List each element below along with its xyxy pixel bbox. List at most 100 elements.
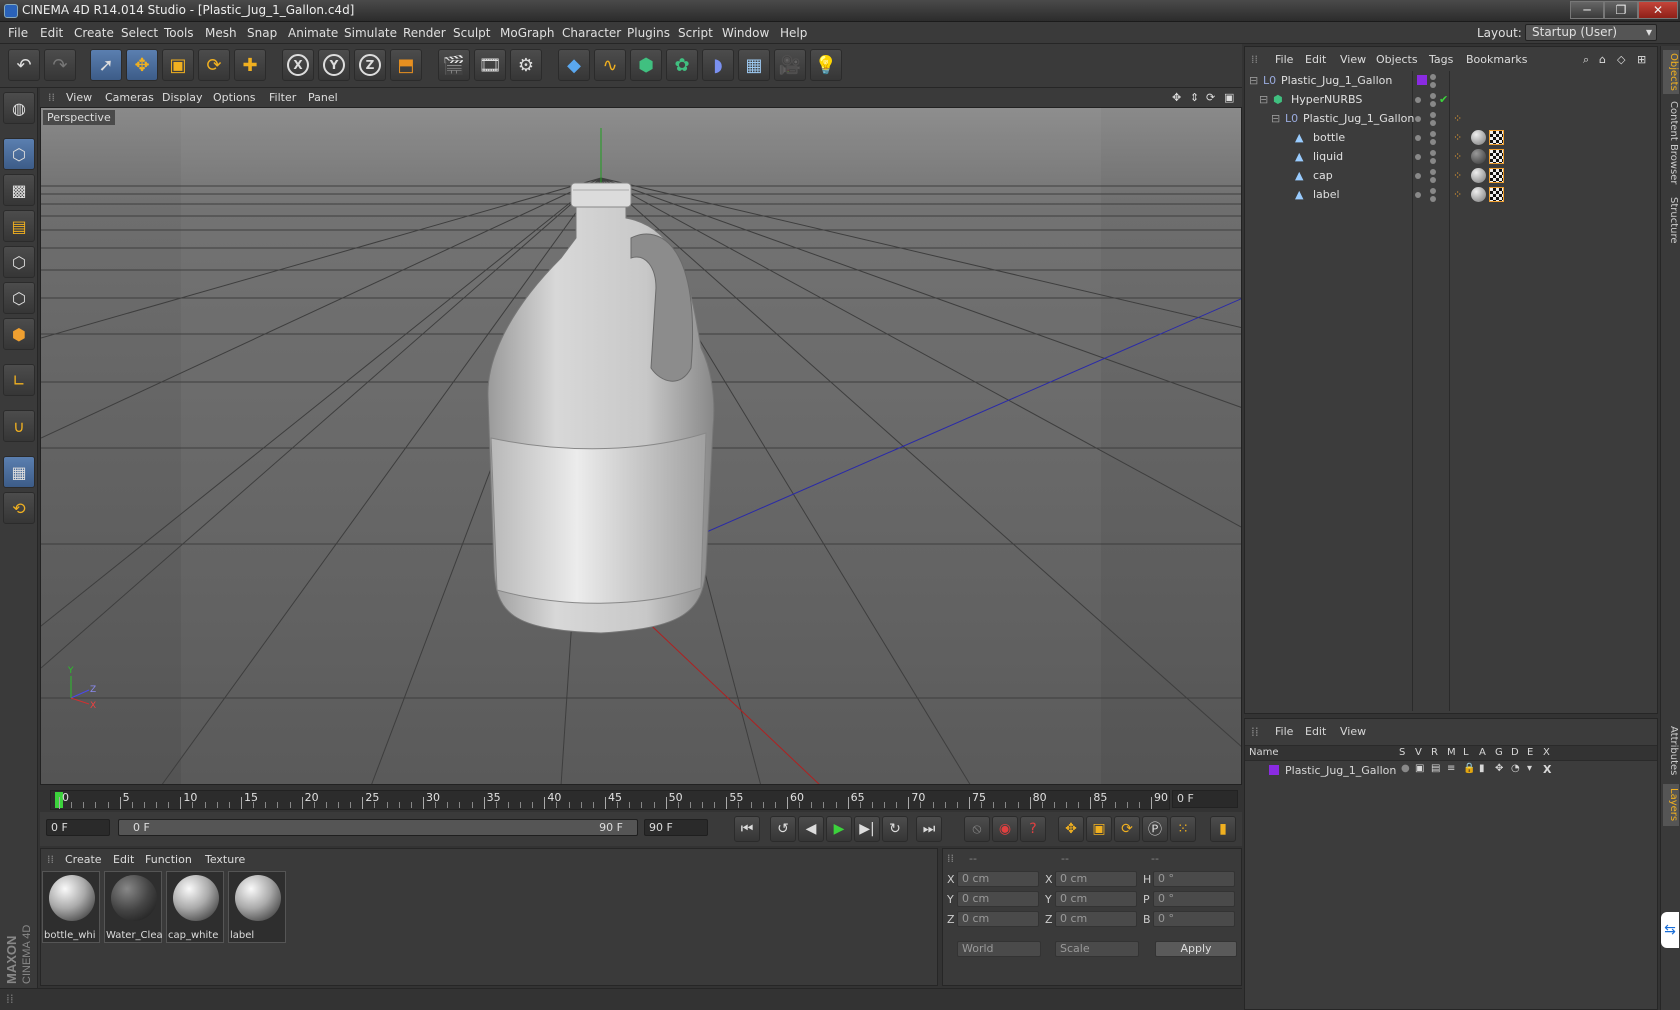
- menu-sculpt[interactable]: Sculpt: [453, 26, 490, 40]
- vp-menu-filter[interactable]: Filter: [269, 91, 296, 104]
- render-visibility-dot[interactable]: [1430, 82, 1436, 88]
- layer-col-animation[interactable]: A: [1479, 747, 1486, 758]
- obj-menu-objects[interactable]: Objects: [1376, 53, 1418, 66]
- coord-field[interactable]: 0 cm: [957, 891, 1039, 907]
- render-view-icon[interactable]: 🎬: [438, 49, 470, 81]
- phong-tag-icon[interactable]: ⁘: [1453, 150, 1462, 163]
- layer-row[interactable]: Plastic_Jug_1_Gallon ● ▣ ▤ ≡ 🔒 ▮ ✥ ◔ ▾ X: [1245, 762, 1657, 779]
- enable-dot[interactable]: [1415, 192, 1421, 198]
- points-mode-icon[interactable]: ⬡: [3, 246, 35, 278]
- axis-mode-icon[interactable]: ∟: [3, 364, 35, 396]
- layer-col-generators[interactable]: G: [1495, 747, 1503, 758]
- layer-color-swatch[interactable]: [1269, 765, 1279, 775]
- render-visibility-dot[interactable]: [1430, 177, 1436, 183]
- current-frame-field[interactable]: 0 F: [1172, 790, 1238, 808]
- previous-key-icon[interactable]: ↺: [770, 816, 796, 842]
- close-button[interactable]: ✕: [1638, 1, 1678, 19]
- editor-visibility-dot[interactable]: [1430, 93, 1436, 99]
- phong-tag-icon[interactable]: ⁘: [1453, 131, 1462, 144]
- tab-structure[interactable]: Structure: [1663, 192, 1679, 248]
- tab-objects[interactable]: Objects: [1663, 50, 1679, 94]
- make-editable-icon[interactable]: ◍: [3, 92, 35, 124]
- animation-icon[interactable]: ▮: [1479, 763, 1485, 774]
- material-label[interactable]: label: [228, 871, 286, 943]
- render-visibility-dot[interactable]: [1430, 101, 1436, 107]
- undo-icon[interactable]: ↶: [8, 49, 40, 81]
- layer-col-expressions[interactable]: E: [1527, 747, 1533, 758]
- solo-icon[interactable]: ●: [1401, 763, 1410, 774]
- render-picture-viewer-icon[interactable]: 🎞: [474, 49, 506, 81]
- material-tag-icon[interactable]: [1471, 149, 1486, 164]
- layer-col-render[interactable]: R: [1431, 747, 1438, 758]
- menu-help[interactable]: Help: [780, 26, 807, 40]
- material-bottle[interactable]: bottle_whi: [42, 871, 100, 943]
- object-row[interactable]: ▲ label ⁘: [1245, 185, 1657, 204]
- redo-icon[interactable]: ↷: [44, 49, 76, 81]
- vp-move-icon[interactable]: ✥: [1172, 91, 1181, 104]
- phong-tag-icon[interactable]: ⁘: [1453, 169, 1462, 182]
- array-icon[interactable]: ✿: [666, 49, 698, 81]
- coord-field[interactable]: 0 cm: [957, 871, 1039, 887]
- record-keys-icon[interactable]: ⦸: [964, 816, 990, 842]
- texture-tag-icon[interactable]: [1489, 149, 1504, 164]
- layer-col-name[interactable]: Name: [1249, 747, 1279, 758]
- enable-dot[interactable]: [1415, 97, 1421, 103]
- eye-icon[interactable]: ◇: [1617, 53, 1625, 66]
- previous-frame-icon[interactable]: ◀: [798, 816, 824, 842]
- enable-dot[interactable]: [1415, 173, 1421, 179]
- mat-menu-create[interactable]: Create: [65, 853, 102, 866]
- polygons-mode-icon[interactable]: ⬢: [3, 318, 35, 350]
- tab-attributes[interactable]: Attributes: [1663, 722, 1679, 780]
- coord-field[interactable]: 0 °: [1153, 891, 1235, 907]
- expression-icon[interactable]: ▾: [1527, 763, 1532, 774]
- texture-tag-icon[interactable]: [1489, 187, 1504, 202]
- rotate-icon[interactable]: ⟳: [198, 49, 230, 81]
- floor-icon[interactable]: ▦: [738, 49, 770, 81]
- material-water[interactable]: Water_Clea: [104, 871, 162, 943]
- search-icon[interactable]: ⌕: [1583, 53, 1589, 67]
- new-window-icon[interactable]: ⊞: [1637, 53, 1646, 66]
- xref-icon[interactable]: X: [1543, 763, 1551, 776]
- vp-menu-panel[interactable]: Panel: [308, 91, 338, 104]
- play-icon[interactable]: ▶: [826, 816, 852, 842]
- workplane-lock-icon[interactable]: ▦: [3, 456, 35, 488]
- menu-mesh[interactable]: Mesh: [205, 26, 237, 40]
- scale-dropdown[interactable]: Scale: [1055, 941, 1139, 957]
- coord-field[interactable]: 0 °: [1153, 871, 1235, 887]
- render-settings-icon[interactable]: ⚙: [510, 49, 542, 81]
- coord-field[interactable]: 0 cm: [1055, 911, 1137, 927]
- menu-plugins[interactable]: Plugins: [627, 26, 670, 40]
- object-row[interactable]: ▲ bottle ⁘: [1245, 128, 1657, 147]
- menu-window[interactable]: Window: [722, 26, 769, 40]
- z-axis-icon[interactable]: Z: [354, 49, 386, 81]
- collapse-icon[interactable]: ⊟: [1259, 93, 1268, 106]
- timeline-window-icon[interactable]: ▮: [1210, 816, 1236, 842]
- obj-menu-edit[interactable]: Edit: [1305, 53, 1326, 66]
- coord-field[interactable]: 0 cm: [1055, 871, 1137, 887]
- obj-menu-file[interactable]: File: [1275, 53, 1293, 66]
- vp-menu-cameras[interactable]: Cameras: [105, 91, 154, 104]
- material-tag-icon[interactable]: [1471, 187, 1486, 202]
- object-row[interactable]: ⊟ L0 Plastic_Jug_1_Gallon: [1245, 71, 1657, 90]
- vp-menu-display[interactable]: Display: [162, 91, 203, 104]
- x-axis-icon[interactable]: X: [282, 49, 314, 81]
- generator-icon[interactable]: ✥: [1495, 763, 1503, 774]
- mat-menu-function[interactable]: Function: [145, 853, 192, 866]
- spline-icon[interactable]: ∿: [594, 49, 626, 81]
- key-parameter-icon[interactable]: Ⓟ: [1142, 816, 1168, 842]
- layer-col-solo[interactable]: S: [1399, 747, 1405, 758]
- editor-visibility-dot[interactable]: [1430, 74, 1436, 80]
- obj-menu-view[interactable]: View: [1340, 53, 1366, 66]
- layer-col-manager[interactable]: M: [1447, 747, 1456, 758]
- texture-mode-icon[interactable]: ▩: [3, 174, 35, 206]
- collapse-icon[interactable]: ⊟: [1271, 112, 1280, 125]
- maximize-button[interactable]: ❐: [1604, 1, 1638, 19]
- world-dropdown[interactable]: World: [957, 941, 1041, 957]
- vp-menu-view[interactable]: View: [66, 91, 92, 104]
- checkmark-icon[interactable]: ✔: [1439, 93, 1448, 106]
- deformer-icon[interactable]: ◗: [702, 49, 734, 81]
- material-tag-icon[interactable]: [1471, 130, 1486, 145]
- menu-snap[interactable]: Snap: [247, 26, 277, 40]
- auto-key-icon[interactable]: ◉: [992, 816, 1018, 842]
- coord-field[interactable]: 0 cm: [1055, 891, 1137, 907]
